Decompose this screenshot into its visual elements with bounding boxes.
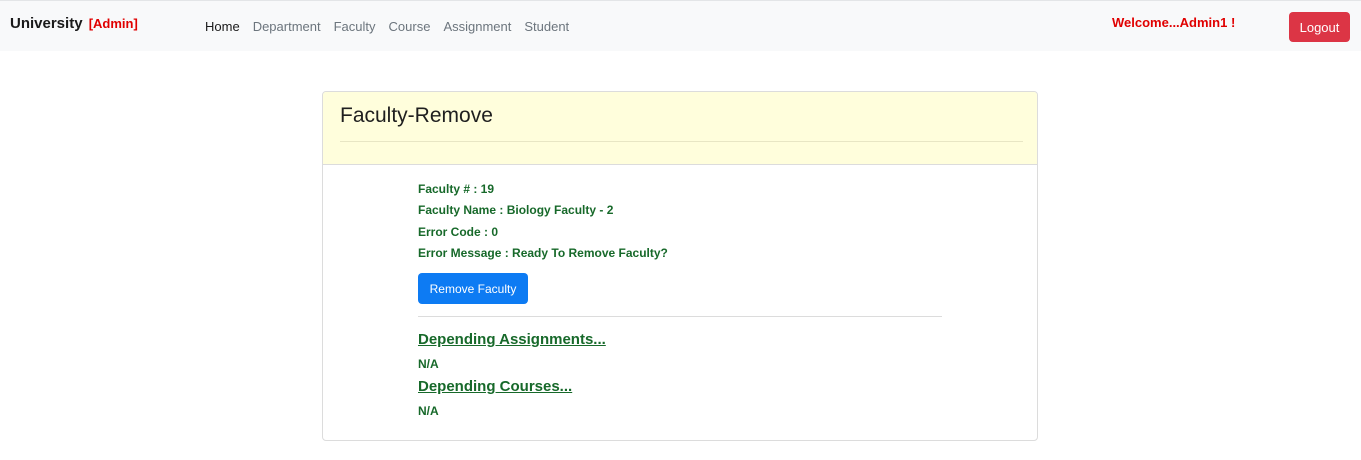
nav-links: Home Department Faculty Course Assignmen…: [205, 19, 582, 34]
welcome-message: Welcome...Admin1 !: [1112, 15, 1236, 30]
nav-department[interactable]: Department: [253, 19, 321, 34]
nav-course[interactable]: Course: [389, 19, 431, 34]
depending-courses-value: N/A: [418, 404, 439, 418]
section-divider: [418, 316, 942, 317]
faculty-number: Faculty # : 19: [418, 182, 495, 196]
faculty-remove-card: Faculty-Remove Faculty # : 19 Faculty Na…: [322, 91, 1038, 441]
logout-button[interactable]: Logout: [1289, 12, 1350, 42]
nav-assignment[interactable]: Assignment: [443, 19, 511, 34]
header-divider: [340, 141, 1023, 142]
depending-assignments-value: N/A: [418, 357, 439, 371]
card-header: Faculty-Remove: [323, 92, 1037, 165]
page-title: Faculty-Remove: [340, 104, 493, 127]
nav-home[interactable]: Home: [205, 19, 240, 34]
role-badge: [Admin]: [88, 16, 138, 31]
brand[interactable]: University [Admin]: [10, 15, 138, 32]
depending-assignments-link[interactable]: Depending Assignments...: [418, 331, 606, 348]
depending-courses-link[interactable]: Depending Courses...: [418, 378, 572, 395]
faculty-name: Faculty Name : Biology Faculty - 2: [418, 203, 614, 217]
brand-name: University: [10, 15, 83, 32]
top-navbar: University [Admin] Home Department Facul…: [0, 0, 1361, 51]
nav-student[interactable]: Student: [524, 19, 569, 34]
nav-faculty[interactable]: Faculty: [334, 19, 376, 34]
error-code: Error Code : 0: [418, 225, 499, 239]
error-message: Error Message : Ready To Remove Faculty?: [418, 246, 668, 260]
remove-faculty-button[interactable]: Remove Faculty: [418, 273, 528, 304]
